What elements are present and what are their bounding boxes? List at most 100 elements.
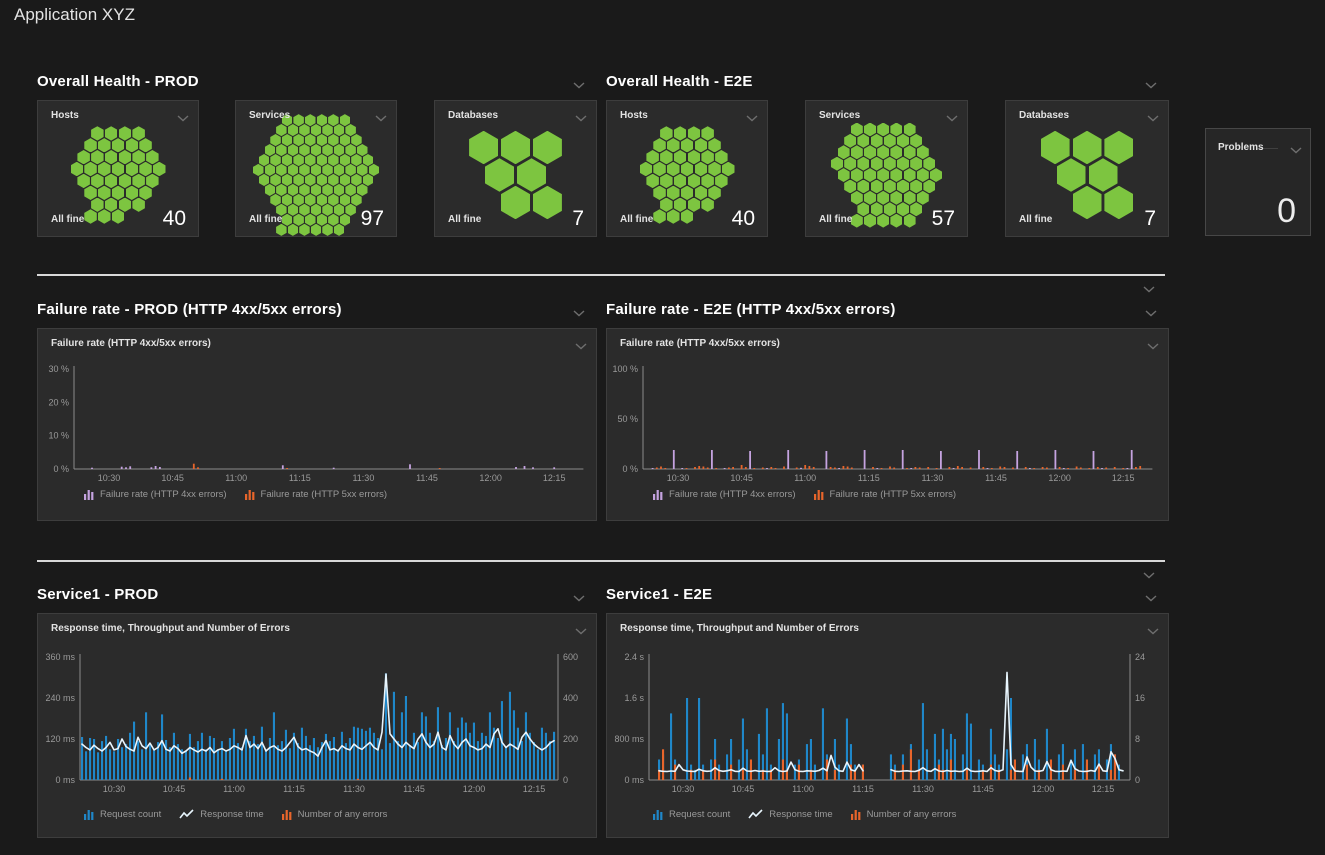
healthy-hexagon bbox=[288, 184, 299, 196]
chevron-down-icon[interactable] bbox=[575, 622, 587, 629]
section-header-health-e2e: Overall Health - E2E bbox=[606, 73, 1169, 90]
tile-service-chart-e2e[interactable]: 0 ms800 ms1.6 s2.4 s08162410:3010:4511:0… bbox=[606, 613, 1169, 838]
healthy-hexagon bbox=[84, 162, 97, 176]
healthy-hexagon bbox=[311, 164, 322, 176]
svg-text:30 %: 30 % bbox=[48, 364, 69, 374]
chevron-down-icon[interactable] bbox=[573, 304, 585, 311]
chevron-down-icon[interactable] bbox=[1143, 280, 1155, 287]
legend-label: Failure rate (HTTP 5xx errors) bbox=[830, 489, 957, 500]
tile-services-prod[interactable]: Services All fine 97 bbox=[235, 100, 397, 237]
healthy-hexagon bbox=[871, 202, 883, 216]
chevron-down-icon[interactable] bbox=[1143, 566, 1155, 573]
chevron-down-icon[interactable] bbox=[375, 109, 387, 116]
tile-failure-chart-e2e[interactable]: 0 %50 %100 %10:3010:4511:0011:1511:3011:… bbox=[606, 328, 1169, 521]
tile-service-chart-prod[interactable]: 0 ms120 ms240 ms360 ms020040060010:3010:… bbox=[37, 613, 597, 838]
legend-item-request-count: Request count bbox=[84, 809, 161, 820]
healthy-hexagon bbox=[317, 194, 328, 206]
healthy-hexagon bbox=[105, 198, 118, 212]
tile-hosts-prod[interactable]: Hosts All fine 40 bbox=[37, 100, 199, 237]
chevron-down-icon[interactable] bbox=[946, 109, 958, 116]
healthy-hexagon bbox=[265, 144, 276, 156]
chart-legend: Failure rate (HTTP 4xx errors) Failure r… bbox=[653, 489, 956, 500]
svg-text:24: 24 bbox=[1135, 652, 1145, 662]
bar-chart-icon bbox=[245, 489, 256, 500]
tile-failure-chart-prod[interactable]: 0 %10 %20 %30 %10:3010:4511:0011:1511:30… bbox=[37, 328, 597, 521]
healthy-hexagon bbox=[930, 168, 942, 182]
healthy-hexagon bbox=[674, 150, 687, 164]
healthy-hexagon bbox=[112, 138, 125, 152]
healthy-hexagon bbox=[910, 134, 922, 148]
chevron-down-icon[interactable] bbox=[1147, 109, 1159, 116]
healthy-hexagon bbox=[139, 186, 152, 200]
svg-text:12:15: 12:15 bbox=[1092, 784, 1115, 794]
healthy-hexagon bbox=[864, 145, 876, 159]
entity-count: 97 bbox=[361, 207, 384, 231]
healthy-hexagon bbox=[340, 134, 351, 146]
chevron-down-icon[interactable] bbox=[1147, 622, 1159, 629]
healthy-hexagon bbox=[708, 162, 721, 176]
svg-text:10:45: 10:45 bbox=[730, 473, 753, 483]
svg-text:12:00: 12:00 bbox=[463, 784, 486, 794]
healthy-hexagon bbox=[282, 174, 293, 186]
healthy-hexagon bbox=[890, 123, 902, 137]
healthy-hexagon bbox=[139, 162, 152, 176]
healthy-hexagon bbox=[851, 123, 863, 137]
healthy-hexagon bbox=[897, 134, 909, 148]
healthy-hexagon bbox=[884, 180, 896, 194]
healthy-hexagon bbox=[105, 150, 118, 164]
legend-label: Request count bbox=[669, 809, 730, 820]
svg-text:8: 8 bbox=[1135, 734, 1140, 744]
tile-hosts-e2e[interactable]: Hosts All fine 40 bbox=[606, 100, 768, 237]
svg-text:11:30: 11:30 bbox=[912, 784, 934, 794]
svg-text:11:45: 11:45 bbox=[972, 784, 994, 794]
tile-databases-e2e[interactable]: Databases All fine 7 bbox=[1005, 100, 1169, 237]
chevron-down-icon[interactable] bbox=[573, 76, 585, 83]
chevron-down-icon[interactable] bbox=[1145, 304, 1157, 311]
healthy-hexagon bbox=[345, 164, 356, 176]
chevron-down-icon[interactable] bbox=[1147, 337, 1159, 344]
chevron-down-icon[interactable] bbox=[575, 109, 587, 116]
healthy-hexagon bbox=[334, 184, 345, 196]
healthy-hexagon bbox=[660, 174, 673, 188]
svg-text:11:30: 11:30 bbox=[921, 473, 943, 483]
svg-text:360 ms: 360 ms bbox=[45, 652, 75, 662]
section-header-failure-e2e: Failure rate - E2E (HTTP 4xx/5xx errors) bbox=[606, 301, 1169, 318]
chevron-down-icon[interactable] bbox=[177, 109, 189, 116]
healthy-hexagon bbox=[877, 145, 889, 159]
healthy-hexagon bbox=[533, 131, 562, 165]
healthy-hexagon bbox=[317, 154, 328, 166]
chevron-down-icon[interactable] bbox=[1145, 589, 1157, 596]
bar-chart-icon bbox=[282, 809, 293, 820]
legend-label: Number of any errors bbox=[298, 809, 388, 820]
healthy-hexagon bbox=[851, 191, 863, 205]
healthy-hexagon bbox=[311, 224, 322, 236]
healthy-hexagon bbox=[917, 145, 929, 159]
healthy-hexagon bbox=[328, 134, 339, 146]
tile-services-e2e[interactable]: Services All fine 57 bbox=[805, 100, 968, 237]
healthy-hexagon bbox=[660, 150, 673, 164]
svg-text:11:45: 11:45 bbox=[416, 473, 438, 483]
healthy-hexagon bbox=[282, 214, 293, 226]
chevron-down-icon[interactable] bbox=[575, 337, 587, 344]
svg-text:12:00: 12:00 bbox=[1048, 473, 1071, 483]
tile-problems[interactable]: Problems 0 bbox=[1205, 128, 1311, 236]
healthy-hexagon bbox=[877, 191, 889, 205]
healthy-hexagon bbox=[923, 157, 935, 171]
healthy-hexagon bbox=[91, 126, 104, 140]
healthy-hexagon bbox=[1073, 186, 1102, 220]
chevron-down-icon[interactable] bbox=[1145, 76, 1157, 83]
chevron-down-icon[interactable] bbox=[746, 109, 758, 116]
service-e2e-chart: 0 ms800 ms1.6 s2.4 s08162410:3010:4511:0… bbox=[607, 614, 1168, 837]
healthy-hexagon bbox=[904, 123, 916, 137]
svg-text:11:15: 11:15 bbox=[289, 473, 311, 483]
legend-label: Number of any errors bbox=[867, 809, 957, 820]
healthy-hexagon bbox=[857, 134, 869, 148]
chevron-down-icon[interactable] bbox=[573, 589, 585, 596]
healthy-hexagon bbox=[288, 204, 299, 216]
problems-count: 0 bbox=[1277, 192, 1296, 231]
healthy-hexagon bbox=[897, 157, 909, 171]
chevron-down-icon[interactable] bbox=[1290, 141, 1302, 148]
healthy-hexagon bbox=[340, 154, 351, 166]
tile-databases-prod[interactable]: Databases All fine 7 bbox=[434, 100, 597, 237]
healthy-hexagon bbox=[864, 123, 876, 137]
